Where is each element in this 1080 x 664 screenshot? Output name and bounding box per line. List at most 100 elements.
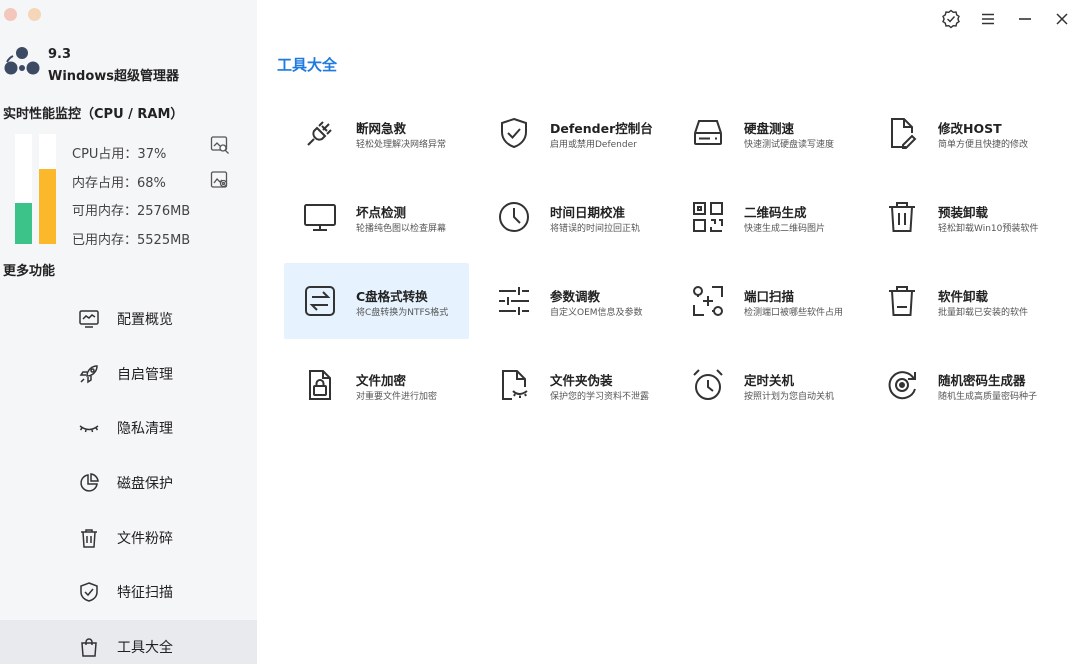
trash-minus-icon bbox=[884, 283, 920, 319]
tool-desc: 轻松处理解决网络异常 bbox=[356, 140, 447, 150]
tool-qrcode[interactable]: 二维码生成 快速生成二维码图片 bbox=[672, 179, 857, 255]
sidebar-item-label: 磁盘保护 bbox=[117, 476, 173, 493]
pie-chart-icon bbox=[78, 472, 100, 494]
file-hidden-icon bbox=[496, 367, 532, 403]
tool-desc: 轻松卸载Win10预装软件 bbox=[938, 224, 1039, 234]
verified-icon[interactable] bbox=[932, 8, 969, 30]
close-icon[interactable] bbox=[1043, 8, 1080, 30]
minimize-icon[interactable] bbox=[1006, 8, 1043, 30]
app-name: Windows超级管理器 bbox=[48, 69, 180, 84]
image-settings-icon[interactable] bbox=[210, 170, 230, 190]
port-scan-icon bbox=[690, 283, 726, 319]
tool-desc: 自定义OEM信息及参数 bbox=[550, 308, 643, 318]
tool-c-drive-convert[interactable]: C盘格式转换 将C盘转换为NTFS格式 bbox=[284, 263, 469, 339]
ram-usage-label: 内存占用：68% bbox=[72, 176, 166, 191]
tool-dead-pixel[interactable]: 坏点检测 轮播纯色图以检查屏幕 bbox=[284, 179, 469, 255]
sidebar-item-label: 特征扫描 bbox=[117, 585, 173, 602]
tool-title: 时间日期校准 bbox=[550, 205, 626, 220]
tool-title: 随机密码生成器 bbox=[938, 373, 1026, 388]
close-dot[interactable] bbox=[4, 8, 17, 21]
tool-desc: 将错误的时间拉回正轨 bbox=[550, 224, 641, 234]
tool-desc: 将C盘转换为NTFS格式 bbox=[356, 308, 449, 318]
tool-port-scan[interactable]: 端口扫描 检测端口被哪些软件占用 bbox=[672, 263, 857, 339]
qrcode-icon bbox=[690, 199, 726, 235]
used-memory-label: 已用内存：5525MB bbox=[72, 233, 191, 248]
sidebar-item-label: 文件粉碎 bbox=[117, 530, 173, 547]
trash-icon bbox=[884, 199, 920, 235]
sidebar-item-toolbox[interactable]: 工具大全 bbox=[0, 619, 257, 664]
tool-desc: 快速生成二维码图片 bbox=[744, 224, 826, 234]
sidebar-item-startup-manager[interactable]: 自启管理 bbox=[0, 347, 257, 402]
tool-title: 预装卸载 bbox=[938, 205, 989, 220]
tool-title: 硬盘测速 bbox=[744, 121, 795, 136]
tool-desc: 启用或禁用Defender bbox=[550, 140, 637, 150]
shield-check-icon bbox=[496, 115, 532, 151]
sidebar-item-label: 自启管理 bbox=[117, 366, 173, 383]
image-search-icon[interactable] bbox=[210, 135, 230, 155]
available-memory-label: 可用内存：2576MB bbox=[72, 204, 191, 219]
tool-desc: 保护您的学习资料不泄露 bbox=[550, 392, 650, 402]
sidebar-item-file-shredder[interactable]: 文件粉碎 bbox=[0, 510, 257, 565]
tool-title: 参数调教 bbox=[550, 289, 601, 304]
tool-desc: 检测端口被哪些软件占用 bbox=[744, 308, 844, 318]
tool-title: 坏点检测 bbox=[356, 205, 407, 220]
cpu-usage-bar bbox=[15, 134, 32, 244]
tool-software-uninstall[interactable]: 软件卸载 批量卸载已安装的软件 bbox=[866, 263, 1051, 339]
window-controls bbox=[932, 8, 1080, 30]
ram-usage-bar bbox=[39, 134, 56, 244]
tool-title: 修改HOST bbox=[938, 121, 1002, 136]
tool-title: 端口扫描 bbox=[744, 289, 795, 304]
convert-icon bbox=[302, 283, 338, 319]
tool-preinstalled-uninstall[interactable]: 预装卸载 轻松卸载Win10预装软件 bbox=[866, 179, 1051, 255]
tool-title: 文件加密 bbox=[356, 373, 407, 388]
eye-closed-icon bbox=[78, 417, 100, 439]
tool-title: C盘格式转换 bbox=[356, 289, 428, 304]
menu-icon[interactable] bbox=[969, 8, 1006, 30]
tool-edit-host[interactable]: 修改HOST 简单方便且快捷的修改 bbox=[866, 95, 1051, 171]
hard-drive-icon bbox=[690, 115, 726, 151]
shield-check-icon bbox=[78, 581, 100, 603]
tool-title: 断网急救 bbox=[356, 121, 407, 136]
shopping-bag-icon bbox=[78, 636, 100, 658]
tool-title: Defender控制台 bbox=[550, 121, 653, 136]
monitor-icon bbox=[302, 199, 338, 235]
tool-desc: 简单方便且快捷的修改 bbox=[938, 140, 1029, 150]
app-logo-icon bbox=[3, 44, 41, 80]
tool-folder-disguise[interactable]: 文件夹伪装 保护您的学习资料不泄露 bbox=[478, 347, 663, 423]
app-version: 9.3 bbox=[48, 47, 72, 62]
file-lock-icon bbox=[302, 367, 338, 403]
tool-scheduled-shutdown[interactable]: 定时关机 按照计划为您自动关机 bbox=[672, 347, 857, 423]
tool-title: 二维码生成 bbox=[744, 205, 807, 220]
tool-desc: 批量卸载已安装的软件 bbox=[938, 308, 1029, 318]
sidebar-item-label: 配置概览 bbox=[117, 312, 173, 329]
clock-icon bbox=[496, 199, 532, 235]
tool-param-tuning[interactable]: 参数调教 自定义OEM信息及参数 bbox=[478, 263, 663, 339]
trash-icon bbox=[78, 527, 100, 549]
file-edit-icon bbox=[884, 115, 920, 151]
tool-title: 文件夹伪装 bbox=[550, 373, 613, 388]
tool-random-password[interactable]: 随机密码生成器 随机生成高质量密码种子 bbox=[866, 347, 1051, 423]
more-features-title: 更多功能 bbox=[3, 264, 56, 279]
performance-title: 实时性能监控（CPU / RAM） bbox=[3, 107, 184, 122]
sidebar-item-feature-scan[interactable]: 特征扫描 bbox=[0, 565, 257, 620]
sidebar-item-disk-protect[interactable]: 磁盘保护 bbox=[0, 456, 257, 511]
minimize-dot[interactable] bbox=[28, 8, 41, 21]
ram-usage-fill bbox=[39, 169, 56, 244]
tool-file-encrypt[interactable]: 文件加密 对重要文件进行加密 bbox=[284, 347, 469, 423]
sidebar: 9.3 Windows超级管理器 实时性能监控（CPU / RAM） CPU占用… bbox=[0, 0, 257, 664]
cpu-usage-label: CPU占用：37% bbox=[72, 147, 167, 162]
sidebar-item-label: 工具大全 bbox=[117, 639, 173, 656]
tool-desc: 轮播纯色图以检查屏幕 bbox=[356, 224, 447, 234]
refresh-target-icon bbox=[884, 367, 920, 403]
sidebar-item-privacy-clean[interactable]: 隐私清理 bbox=[0, 401, 257, 456]
tool-network-rescue[interactable]: 断网急救 轻松处理解决网络异常 bbox=[284, 95, 469, 171]
tool-defender-console[interactable]: Defender控制台 启用或禁用Defender bbox=[478, 95, 663, 171]
sidebar-nav: 配置概览 自启管理 隐私清理 磁盘保护 文件粉碎 特征扫描 工具大全 bbox=[0, 292, 257, 664]
sliders-icon bbox=[496, 283, 532, 319]
tool-title: 软件卸载 bbox=[938, 289, 989, 304]
sidebar-item-config-overview[interactable]: 配置概览 bbox=[0, 292, 257, 347]
tool-desc: 对重要文件进行加密 bbox=[356, 392, 438, 402]
tool-desc: 快速测试硬盘读写速度 bbox=[744, 140, 835, 150]
tool-time-calibrate[interactable]: 时间日期校准 将错误的时间拉回正轨 bbox=[478, 179, 663, 255]
tool-disk-speed[interactable]: 硬盘测速 快速测试硬盘读写速度 bbox=[672, 95, 857, 171]
